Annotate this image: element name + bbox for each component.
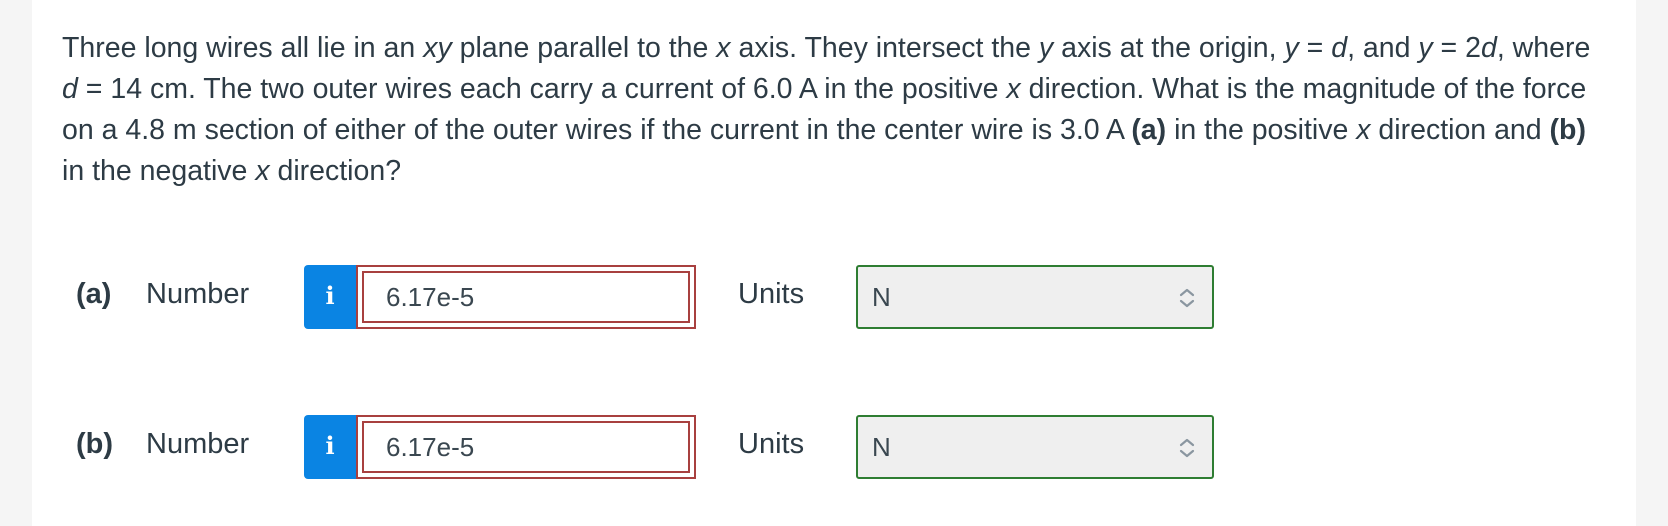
variable-x: x <box>1356 114 1371 146</box>
question-segment: direction and <box>1370 114 1550 146</box>
number-input-b[interactable]: 6.17e-5 <box>356 415 696 479</box>
variable-d: d <box>62 73 78 105</box>
number-input-value[interactable]: 6.17e-5 <box>362 271 690 323</box>
question-segment: plane parallel to the <box>451 32 717 64</box>
question-segment: in the positive <box>1166 114 1357 146</box>
variable-xy: xy <box>423 32 452 64</box>
question-segment: = <box>1298 32 1332 64</box>
variable-x: x <box>716 32 731 64</box>
question-segment: Three long wires all lie in an <box>62 32 424 64</box>
units-label: Units <box>738 278 805 310</box>
answer-row-b: (b) Number i 6.17e-5 Units N <box>0 415 1668 479</box>
question-segment: axis. They intersect the <box>730 32 1039 64</box>
units-selected-value: N <box>872 432 891 462</box>
variable-d: d <box>1331 32 1348 64</box>
part-a-marker: (a) <box>1131 114 1167 146</box>
variable-x: x <box>1006 73 1021 105</box>
units-select-b[interactable]: N <box>856 415 1214 479</box>
number-input-value[interactable]: 6.17e-5 <box>362 421 690 473</box>
units-selected-value: N <box>872 282 891 312</box>
number-label: Number <box>146 428 250 460</box>
question-segment: = 2 <box>1432 32 1481 64</box>
variable-x: x <box>255 155 270 187</box>
question-segment: in the negative <box>62 155 256 187</box>
question-segment: direction? <box>269 155 402 187</box>
part-label: (a) <box>76 278 112 310</box>
question-segment: = 14 cm. The two outer wires each carry … <box>77 73 1007 105</box>
part-label: (b) <box>76 428 114 460</box>
chevron-up-down-icon <box>1179 288 1195 308</box>
number-label: Number <box>146 278 250 310</box>
units-select-a[interactable]: N <box>856 265 1214 329</box>
variable-y: y <box>1284 32 1299 64</box>
info-button[interactable]: i <box>304 265 356 329</box>
part-b-marker: (b) <box>1549 114 1586 146</box>
question-segment: axis at the origin, <box>1053 32 1285 64</box>
number-input-a[interactable]: 6.17e-5 <box>356 265 696 329</box>
question-segment: , where <box>1496 32 1591 64</box>
variable-y: y <box>1418 32 1433 64</box>
question-text: Three long wires all lie in an xy plane … <box>62 28 1602 192</box>
answer-row-a: (a) Number i 6.17e-5 Units N <box>0 265 1668 329</box>
question-segment: , and <box>1347 32 1419 64</box>
info-icon: i <box>325 431 335 460</box>
info-button[interactable]: i <box>304 415 356 479</box>
info-icon: i <box>325 281 335 310</box>
variable-d: d <box>1480 32 1497 64</box>
units-label: Units <box>738 428 805 460</box>
variable-y: y <box>1038 32 1054 64</box>
chevron-up-down-icon <box>1179 438 1195 458</box>
